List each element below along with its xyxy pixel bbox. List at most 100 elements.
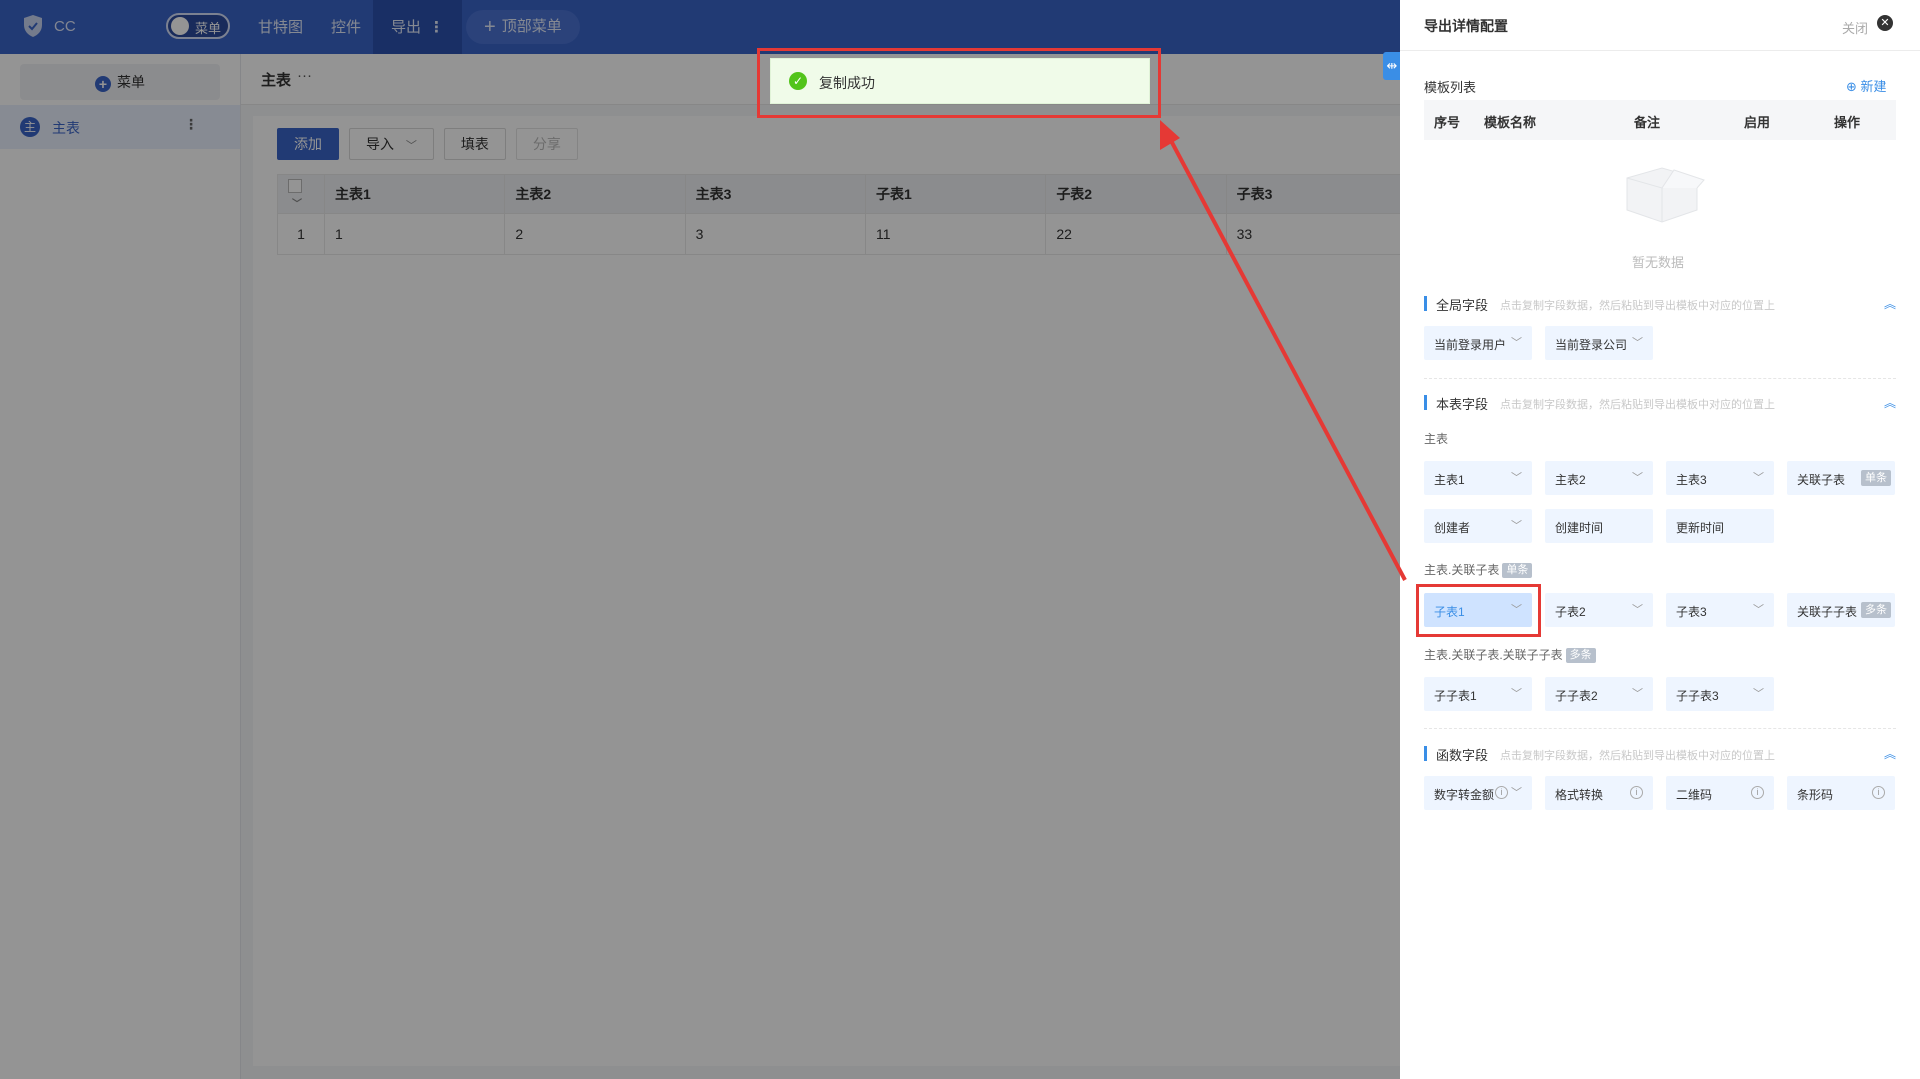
- chevron-down-icon[interactable]: ﹀: [1511, 469, 1522, 485]
- chevron-down-icon[interactable]: ﹀: [1753, 469, 1764, 485]
- chevron-down-icon[interactable]: ﹀: [1632, 685, 1643, 701]
- chevron-down-icon[interactable]: ﹀: [1632, 469, 1643, 485]
- column-header: 序号: [1434, 115, 1461, 130]
- field-chip[interactable]: 当前登录公司 ﹀: [1545, 326, 1653, 360]
- chip-label: 关联子子表: [1797, 605, 1858, 619]
- new-template-label: 新建: [1860, 79, 1887, 94]
- chip-label: 主表3: [1676, 473, 1707, 487]
- section-bar: [1424, 296, 1427, 311]
- info-icon[interactable]: i: [1872, 786, 1885, 799]
- field-chip[interactable]: 创建者 ﹀: [1424, 509, 1532, 543]
- subsub-table-label: 主表.关联子表.关联子子表 多条: [1424, 646, 1596, 663]
- chip-label: 子子表2: [1555, 689, 1598, 703]
- main-table-label: 主表: [1424, 432, 1449, 446]
- chip-label: 子表3: [1676, 605, 1707, 619]
- close-icon[interactable]: ✕: [1877, 15, 1893, 31]
- field-chip[interactable]: 子子表2 ﹀: [1545, 677, 1653, 711]
- table-fields-header[interactable]: 本表字段 点击复制字段数据，然后粘贴到导出模板中对应的位置上 ︽: [1424, 394, 1896, 412]
- field-chip[interactable]: 二维码 i: [1666, 776, 1774, 810]
- section-bar: [1424, 395, 1427, 410]
- divider: [1424, 378, 1896, 379]
- field-chip[interactable]: 子表2 ﹀: [1545, 593, 1653, 627]
- sub-table-label: 主表.关联子表 单条: [1424, 561, 1533, 578]
- field-chip[interactable]: 主表2 ﹀: [1545, 461, 1653, 495]
- field-chip[interactable]: 格式转换 i: [1545, 776, 1653, 810]
- chevron-down-icon[interactable]: ﹀: [1753, 685, 1764, 701]
- template-list-label: 模板列表: [1424, 80, 1477, 95]
- annotation-box-chip: [1416, 584, 1541, 637]
- chip-label: 数字转金额: [1434, 788, 1495, 802]
- drawer-header: 导出详情配置 关闭 ✕: [1400, 0, 1920, 51]
- column-header: 备注: [1634, 115, 1661, 130]
- chip-label: 创建时间: [1555, 521, 1604, 535]
- field-chip[interactable]: 数字转金额 i ﹀: [1424, 776, 1532, 810]
- chip-label: 更新时间: [1676, 521, 1725, 535]
- chip-label: 子子表1: [1434, 689, 1477, 703]
- field-chip[interactable]: 创建时间: [1545, 509, 1653, 543]
- modal-mask[interactable]: [0, 0, 1400, 1079]
- field-chip[interactable]: 关联子子表 多条: [1787, 593, 1895, 627]
- chevron-down-icon[interactable]: ﹀: [1632, 334, 1643, 350]
- chip-label: 当前登录公司: [1555, 338, 1628, 352]
- field-chip[interactable]: 主表3 ﹀: [1666, 461, 1774, 495]
- field-chip[interactable]: 关联子表 单条: [1787, 461, 1895, 495]
- close-label[interactable]: 关闭: [1842, 18, 1868, 37]
- field-chip[interactable]: 子表3 ﹀: [1666, 593, 1774, 627]
- field-chip[interactable]: 子子表1 ﹀: [1424, 677, 1532, 711]
- function-fields-header[interactable]: 函数字段 点击复制字段数据，然后粘贴到导出模板中对应的位置上 ︽: [1424, 745, 1896, 763]
- chevron-down-icon[interactable]: ﹀: [1511, 784, 1522, 800]
- empty-box-icon: [1626, 167, 1705, 223]
- info-icon[interactable]: i: [1495, 786, 1508, 799]
- drawer-title: 导出详情配置: [1424, 18, 1508, 34]
- single-badge: 单条: [1502, 563, 1533, 578]
- chip-label: 格式转换: [1555, 788, 1604, 802]
- global-fields-header[interactable]: 全局字段 点击复制字段数据，然后粘贴到导出模板中对应的位置上 ︽: [1424, 295, 1896, 313]
- column-header: 操作: [1834, 115, 1861, 130]
- chip-label: 二维码: [1676, 788, 1713, 802]
- chip-label: 子子表3: [1676, 689, 1719, 703]
- chevron-up-icon[interactable]: ︽: [1884, 295, 1896, 312]
- export-config-drawer: 导出详情配置 关闭 ✕ 模板列表 ⊕ 新建 序号 模板名称 备注 启用 操作 暂…: [1400, 0, 1920, 1079]
- template-table-header: 序号 模板名称 备注 启用 操作: [1424, 100, 1896, 140]
- section-bar: [1424, 746, 1427, 761]
- global-fields-title: 全局字段: [1436, 298, 1489, 313]
- chip-label: 主表1: [1434, 473, 1465, 487]
- info-icon[interactable]: i: [1751, 786, 1764, 799]
- chevron-up-icon[interactable]: ︽: [1884, 394, 1896, 411]
- chevron-down-icon[interactable]: ﹀: [1511, 334, 1522, 350]
- success-toast: ✓ 复制成功: [770, 58, 1150, 104]
- plus-circle-icon: ⊕: [1846, 79, 1857, 94]
- column-header: 启用: [1744, 115, 1771, 130]
- function-fields-title: 函数字段: [1436, 748, 1489, 763]
- divider: [1424, 728, 1896, 729]
- field-chip[interactable]: 更新时间: [1666, 509, 1774, 543]
- field-chip[interactable]: 条形码 i: [1787, 776, 1895, 810]
- copy-hint: 点击复制字段数据，然后粘贴到导出模板中对应的位置上: [1500, 750, 1775, 762]
- chevron-down-icon[interactable]: ﹀: [1753, 601, 1764, 617]
- info-icon[interactable]: i: [1630, 786, 1643, 799]
- chip-label: 条形码: [1797, 788, 1834, 802]
- empty-text: 暂无数据: [1632, 255, 1685, 270]
- chip-label: 关联子表: [1797, 473, 1846, 487]
- chip-label: 创建者: [1434, 521, 1471, 535]
- copy-hint: 点击复制字段数据，然后粘贴到导出模板中对应的位置上: [1500, 399, 1775, 411]
- check-circle-icon: ✓: [789, 72, 807, 90]
- chevron-down-icon[interactable]: ﹀: [1632, 601, 1643, 617]
- chip-label: 当前登录用户: [1434, 338, 1507, 352]
- chevron-up-icon[interactable]: ︽: [1884, 745, 1896, 762]
- table-fields-title: 本表字段: [1436, 397, 1489, 412]
- subsub-table-path: 主表.关联子表.关联子子表: [1424, 648, 1563, 662]
- field-chip[interactable]: 当前登录用户 ﹀: [1424, 326, 1532, 360]
- chevron-down-icon[interactable]: ﹀: [1511, 685, 1522, 701]
- field-chip[interactable]: 主表1 ﹀: [1424, 461, 1532, 495]
- field-chip[interactable]: 子子表3 ﹀: [1666, 677, 1774, 711]
- chevron-down-icon[interactable]: ﹀: [1511, 517, 1522, 533]
- multi-badge: 多条: [1861, 602, 1891, 618]
- column-header: 模板名称: [1484, 115, 1537, 130]
- toast-message: 复制成功: [819, 75, 875, 91]
- copy-hint: 点击复制字段数据，然后粘贴到导出模板中对应的位置上: [1500, 300, 1775, 312]
- new-template-button[interactable]: ⊕ 新建: [1846, 76, 1887, 95]
- single-badge: 单条: [1861, 470, 1891, 486]
- sub-table-path: 主表.关联子表: [1424, 563, 1500, 577]
- drawer-resize-handle-icon[interactable]: ⇹: [1383, 52, 1401, 80]
